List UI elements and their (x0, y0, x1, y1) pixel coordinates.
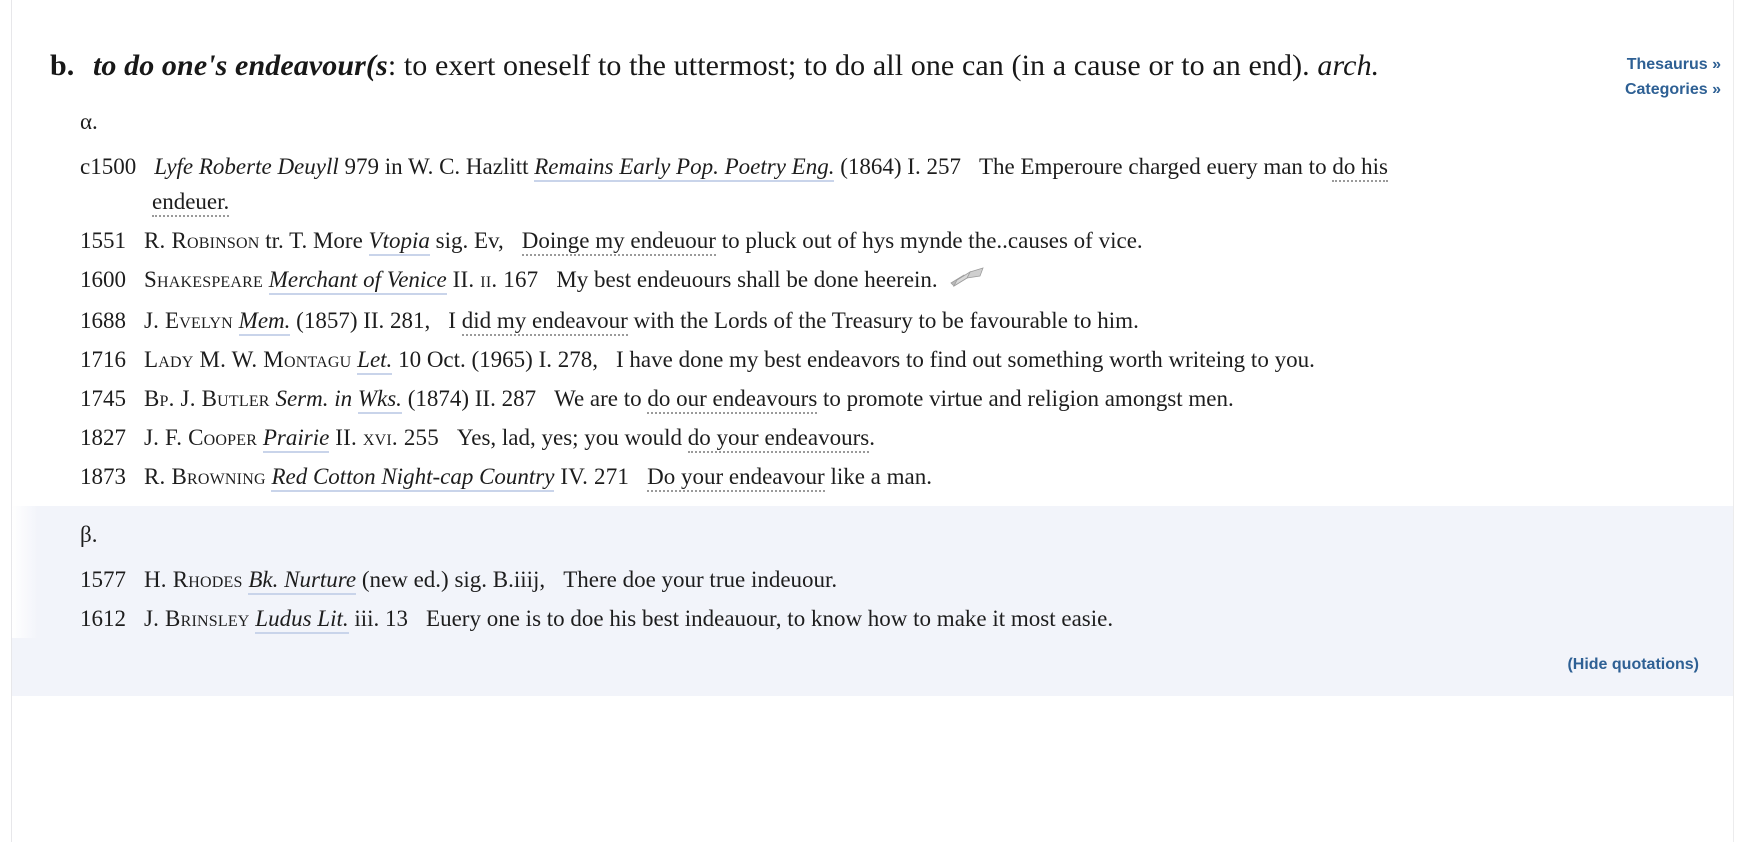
sense-usage-label: arch. (1317, 49, 1380, 82)
quotation-row: c1500 Lyfe Roberte Deuyll 979 in W. C. Ha… (72, 147, 1733, 221)
quotation-author: J. F. Cooper (144, 425, 258, 450)
quotation-source-link[interactable]: Ludus Lit. (255, 606, 349, 634)
quotation-reference-tail: II. ii. 167 (446, 267, 539, 292)
quotation-reference-tail: (1864) I. 257 (834, 154, 961, 179)
quotation-date: 1873 (80, 464, 126, 489)
quotation-row: 1577 H. Rhodes Bk. Nurture (new ed.) sig.… (72, 560, 1733, 599)
quotation-author: R. Robinson (144, 228, 260, 253)
quotation-row: 1688 J. Evelyn Mem. (1857) II. 281, I did … (72, 301, 1733, 340)
page-right-border (1733, 0, 1744, 842)
quotation-source-link[interactable]: Merchant of Venice (268, 267, 447, 295)
quotation-author: H. Rhodes (144, 567, 243, 592)
sense-letter: b. (50, 49, 75, 82)
quotation-date: 1612 (80, 606, 126, 631)
quotation-row: 1600 Shakespeare Merchant of Venice II. i… (72, 260, 1733, 301)
quotation-author: J. Brinsley (144, 606, 250, 631)
quotation-footer: (Hide quotations) (12, 638, 1733, 696)
quotation-group-beta-wrapper: β. 1577 H. Rhodes Bk. Nurture (new ed.) s… (12, 506, 1733, 696)
quotation-source-link[interactable]: Mem. (238, 308, 291, 336)
hide-quotations-link[interactable]: (Hide quotations) (1567, 656, 1699, 673)
quotation-keyword-continued: endeuer. (152, 189, 230, 217)
quotation-work-title: Lyfe Roberte Deuyll (154, 154, 339, 179)
quotation-text-post: like a man. (824, 464, 932, 489)
quotation-date: 1577 (80, 567, 126, 592)
quotation-continuation: endeuer. (80, 182, 1703, 221)
sense-definition: : to exert oneself to the uttermost; to … (387, 49, 1310, 82)
group-label-beta: β. (80, 522, 98, 547)
quotation-keyword: do your endeavours (687, 425, 870, 453)
quotation-date: 1745 (80, 386, 126, 411)
quotation-source-link[interactable]: Let. (357, 347, 393, 375)
quotation-text-pre: There doe your true indeuour. (563, 567, 838, 592)
quotation-text-post: . (869, 425, 875, 450)
quotation-source-link[interactable]: Bk. Nurture (248, 567, 357, 595)
quotation-date: 1716 (80, 347, 126, 372)
quotation-author: R. Browning (144, 464, 266, 489)
quotation-date: 1551 (80, 228, 126, 253)
quotation-reference (257, 425, 263, 450)
quotation-reference-tail: (new ed.) sig. B.iiij, (356, 567, 546, 592)
quotation-row: 1612 J. Brinsley Ludus Lit. iii. 13 Euery … (72, 599, 1733, 638)
quotation-reference: tr. T. More (259, 228, 369, 253)
quotation-source-link[interactable]: Prairie (262, 425, 330, 453)
sense-phrase: to do one's endeavour(s (93, 49, 388, 82)
quotation-text-pre: I have done my best endeavors to find ou… (616, 347, 1315, 372)
quotation-source-link[interactable]: Wks. (357, 386, 402, 414)
quotation-date: 1600 (80, 267, 126, 292)
quotation-reference-tail: sig. Ev, (429, 228, 504, 253)
quotation-reference: 979 in W. C. Hazlitt (344, 154, 535, 179)
quotation-keyword: Doinge my endeuour (521, 228, 716, 256)
quotation-row: 1745 Bp. J. Butler Serm. in Wks. (1874) I… (72, 379, 1733, 418)
quotation-text-post: to pluck out of hys mynde the..causes of… (715, 228, 1143, 253)
quotation-reference-tail: (1874) II. 287 (401, 386, 537, 411)
quotation-author: J. Evelyn (144, 308, 233, 333)
quotation-keyword: do his (1332, 154, 1388, 182)
quotation-text-post: with the Lords of the Treasury to be fav… (627, 308, 1139, 333)
quotation-author: Lady M. W. Montagu (144, 347, 352, 372)
quotation-reference-tail: iii. 13 (348, 606, 409, 631)
quotation-row: 1716 Lady M. W. Montagu Let. 10 Oct. (196… (72, 340, 1733, 379)
quotation-group-beta: β. 1577 H. Rhodes Bk. Nurture (new ed.) s… (12, 506, 1733, 638)
quotation-reference-tail: 10 Oct. (1965) I. 278, (392, 347, 598, 372)
quotation-keyword: did my endeavour (461, 308, 628, 336)
quotation-source-link[interactable]: Vtopia (368, 228, 430, 256)
group-label-alpha: α. (80, 109, 98, 134)
quotation-reference: Serm. in (269, 386, 358, 411)
quotation-text-pre: Euery one is to doe his best indeauour, … (426, 606, 1114, 631)
quotation-text-pre: We are to (554, 386, 648, 411)
quotation-author: Bp. J. Butler (144, 386, 270, 411)
quotation-row: 1551 R. Robinson tr. T. More Vtopia sig. … (72, 221, 1733, 260)
quotation-text-pre: I (448, 308, 462, 333)
quotation-text-pre: The Emperoure charged euery man to (978, 154, 1333, 179)
quotation-source-link[interactable]: Remains Early Pop. Poetry Eng. (534, 154, 835, 182)
quotation-reference-tail: II. xvi. 255 (329, 425, 439, 450)
quotation-reference (263, 267, 269, 292)
dictionary-entry: b. to do one's endeavour(s: to exert one… (12, 0, 1733, 842)
quotation-row: 1827 J. F. Cooper Prairie II. xvi. 255 Yes… (72, 418, 1733, 457)
quotation-reference-tail: (1857) II. 281, (290, 308, 431, 333)
sense-header: b. to do one's endeavour(s: to exert one… (12, 0, 1733, 98)
quotation-source-link[interactable]: Red Cotton Night-cap Country (271, 464, 555, 492)
quotation-reference (233, 308, 239, 333)
quotation-row: 1873 R. Browning Red Cotton Night-cap Cou… (72, 457, 1733, 496)
quotation-keyword: Do your endeavour (647, 464, 825, 492)
sense-definition-line: b. to do one's endeavour(s: to exert one… (12, 46, 1733, 85)
quotation-group-alpha: α. c1500 Lyfe Roberte Deuyll 979 in W. C.… (12, 93, 1733, 496)
quotation-author: Shakespeare (144, 267, 263, 292)
quotation-date: 1688 (80, 308, 126, 333)
page-left-border (0, 0, 12, 842)
quotation-keyword: do our endeavours (647, 386, 818, 414)
thesaurus-link[interactable]: Thesaurus » (1625, 52, 1721, 77)
quotation-date: 1827 (80, 425, 126, 450)
quotation-text-post: to promote virtue and religion amongst m… (817, 386, 1234, 411)
quotation-date: c1500 (80, 154, 137, 179)
open-book-icon[interactable] (950, 262, 984, 301)
quotation-text-pre: My best endeuours shall be done heerein. (556, 267, 938, 292)
quotation-text-pre: Yes, lad, yes; you would (456, 425, 688, 450)
quotation-reference-tail: IV. 271 (554, 464, 630, 489)
